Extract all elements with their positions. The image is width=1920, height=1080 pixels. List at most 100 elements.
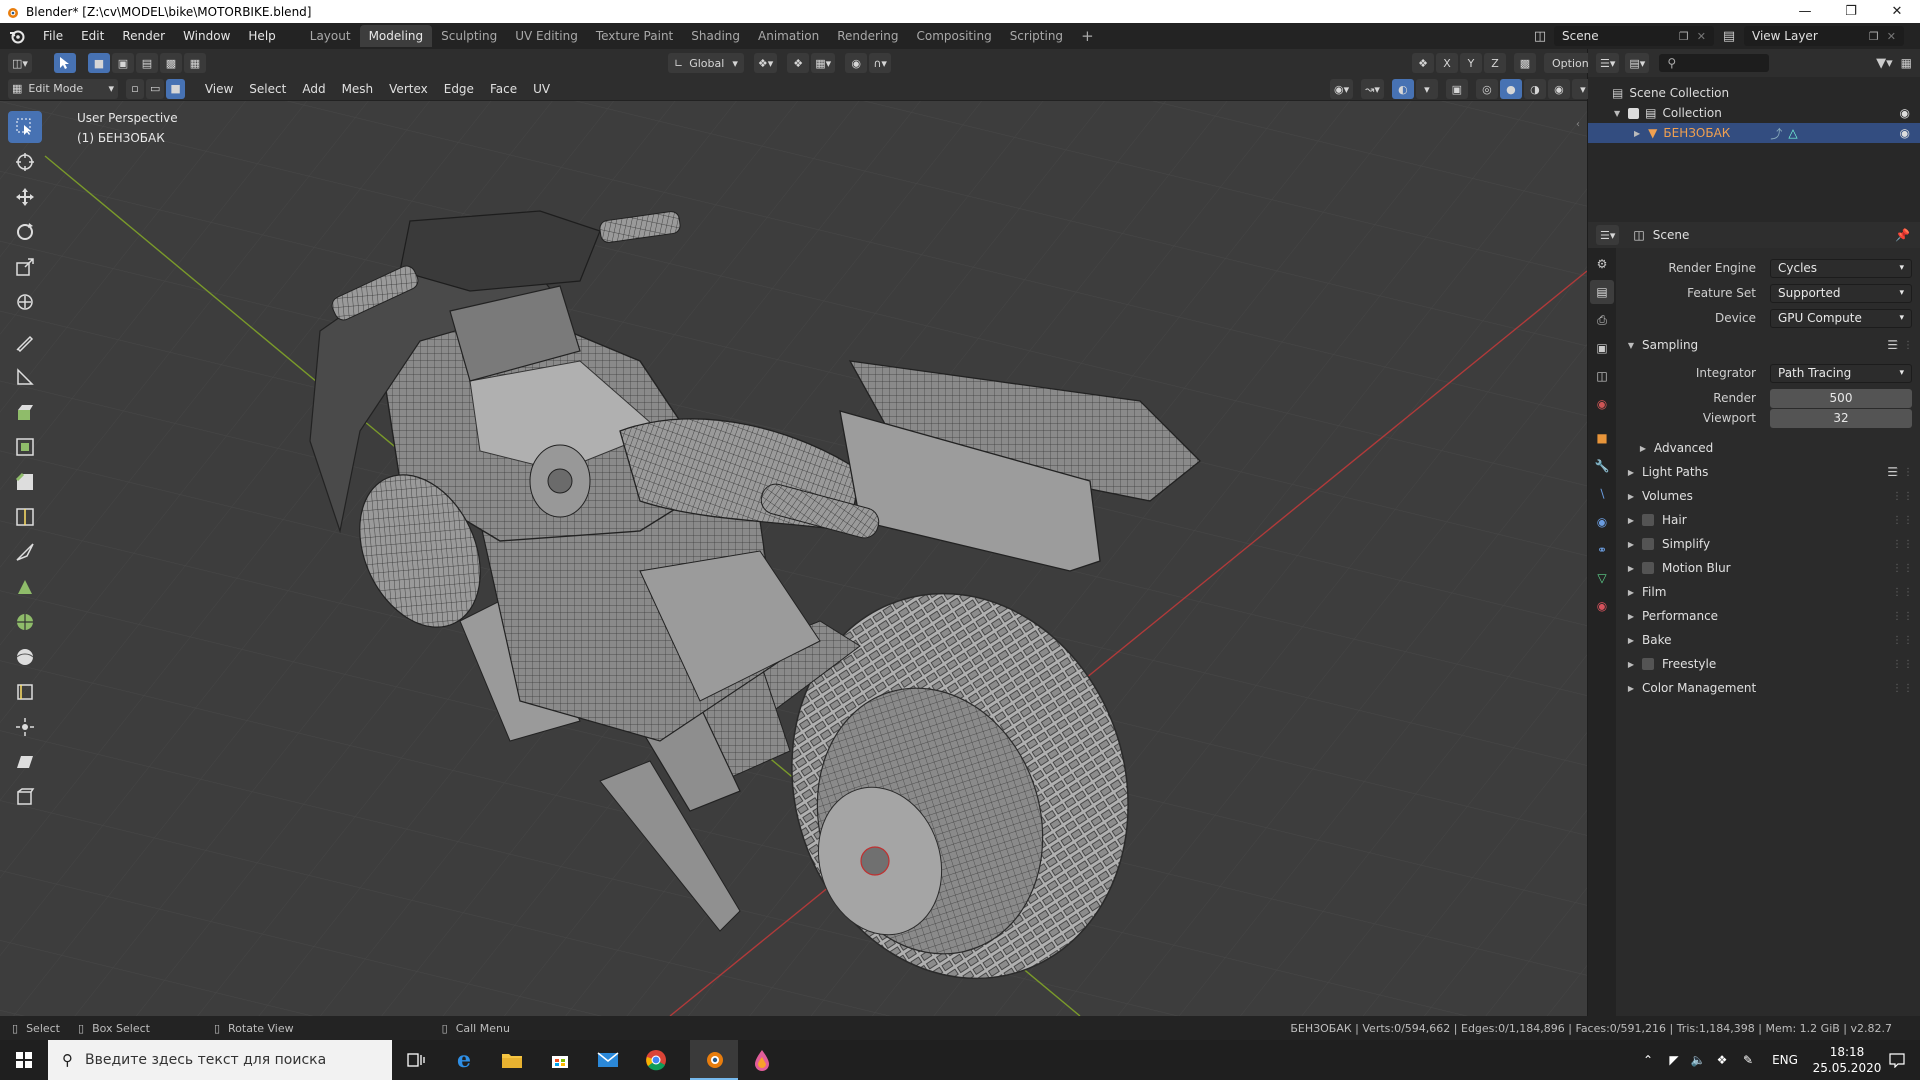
close-icon[interactable]: ✕ (1697, 30, 1706, 43)
tab-sculpting[interactable]: Sculpting (432, 25, 506, 47)
task-view-icon[interactable] (392, 1040, 440, 1080)
spin-tool[interactable] (8, 606, 42, 638)
rip-region-tool[interactable] (8, 781, 42, 813)
minimize-button[interactable]: — (1782, 0, 1828, 23)
file-explorer-icon[interactable] (488, 1040, 536, 1080)
outliner-search-input[interactable]: ⚲ (1659, 54, 1770, 72)
panel-enable-checkbox[interactable] (1642, 658, 1654, 670)
shear-tool[interactable] (8, 746, 42, 778)
snap-toggle-icon[interactable]: ❖ (787, 53, 810, 73)
vertex-select-mode-icon[interactable]: ▫ (126, 78, 144, 99)
axis-x-toggle[interactable]: X (1436, 53, 1458, 73)
smooth-tool[interactable] (8, 641, 42, 673)
drag-grip-icon[interactable]: ⋮⋮ (1892, 467, 1914, 478)
volume-icon[interactable]: 🔈 (1686, 1040, 1710, 1080)
notifications-icon[interactable] (1874, 1040, 1920, 1080)
inset-faces-tool[interactable] (8, 431, 42, 463)
visibility-icon[interactable]: ◉▾ (1330, 79, 1354, 99)
advanced-subpanel-header[interactable]: ▶ Advanced (1630, 437, 1920, 459)
eye-icon[interactable]: ◉ (1900, 126, 1910, 140)
new-collection-icon[interactable]: ▦ (1901, 56, 1912, 70)
panel-light-paths[interactable]: ▶ Light Paths ☰ ⋮⋮ (1618, 461, 1920, 483)
close-window-button[interactable]: ✕ (1874, 0, 1920, 23)
mesh-data-icon[interactable]: △ (1788, 126, 1797, 140)
dropbox-icon[interactable]: ❖ (1710, 1040, 1734, 1080)
move-tool[interactable] (8, 181, 42, 213)
drag-grip-icon[interactable]: ⋮⋮ (1892, 515, 1914, 526)
menu-add[interactable]: Add (294, 82, 333, 96)
mail-icon[interactable] (584, 1040, 632, 1080)
snap-target-icon[interactable]: ▦▾ (811, 53, 836, 73)
scene-icon[interactable]: ◫ (1526, 29, 1554, 44)
integrator-dropdown[interactable]: Path Tracing ▾ (1770, 363, 1912, 383)
constraints-tab-icon[interactable]: ⚭ (1590, 538, 1614, 562)
menu-file[interactable]: File (34, 23, 72, 49)
tab-uv-editing[interactable]: UV Editing (506, 25, 587, 47)
collection-checkbox[interactable] (1628, 107, 1640, 119)
object-tab-icon[interactable]: ■ (1590, 426, 1614, 450)
blender-taskbar-icon[interactable] (690, 1040, 738, 1080)
panel-volumes[interactable]: ▶ Volumes ⋮⋮ (1618, 485, 1920, 507)
editor-type-icon[interactable]: ☰▾ (1596, 225, 1620, 245)
gizmo-icon[interactable]: ↝▾ (1361, 79, 1384, 99)
material-tab-icon[interactable]: ◉ (1590, 594, 1614, 618)
pen-icon[interactable]: ✎ (1736, 1040, 1760, 1080)
auto-merge-icon[interactable]: ▩ (1514, 53, 1536, 73)
measure-tool[interactable] (8, 361, 42, 393)
tray-overflow-icon[interactable]: ⌃ (1636, 1040, 1660, 1080)
drag-grip-icon[interactable]: ⋮⋮ (1892, 683, 1914, 694)
axis-z-toggle[interactable]: Z (1484, 53, 1506, 73)
rendered-shading-icon[interactable]: ◉ (1547, 79, 1570, 99)
scene-selector[interactable]: Scene ❐ ✕ (1554, 26, 1714, 46)
drag-grip-icon[interactable]: ⋮⋮ (1892, 491, 1914, 502)
bevel-tool[interactable] (8, 466, 42, 498)
panel-enable-checkbox[interactable] (1642, 514, 1654, 526)
material-shading-icon[interactable]: ◑ (1523, 79, 1546, 99)
xray-icon[interactable]: ▣ (1445, 79, 1468, 99)
loop-cut-tool[interactable] (8, 501, 42, 533)
close-icon[interactable]: ✕ (1887, 30, 1896, 43)
menu-edge[interactable]: Edge (436, 82, 482, 96)
eye-icon[interactable]: ◉ (1900, 106, 1910, 120)
select-invert-icon[interactable]: ▩ (159, 53, 182, 73)
scale-tool[interactable] (8, 251, 42, 283)
view-layer-selector[interactable]: View Layer ❐ ✕ (1744, 26, 1904, 46)
filter-icon[interactable]: ▼▾ (1876, 56, 1893, 71)
poly-build-tool[interactable] (8, 571, 42, 603)
outliner-object-row[interactable]: ▶ ▼ БЕНЗОБАК ⤴ △ ◉ (1588, 123, 1920, 143)
add-workspace-button[interactable]: + (1072, 25, 1103, 47)
select-subtract-icon[interactable]: ▤ (135, 53, 158, 73)
outliner-collection[interactable]: ▼ ▤ Collection ◉ (1588, 103, 1920, 123)
mirror-icon[interactable]: ❖ (1412, 53, 1434, 73)
taskbar-search-input[interactable]: ⚲ Введите здесь текст для поиска (48, 1040, 392, 1080)
panel-freestyle[interactable]: ▶ Freestyle ⋮⋮ (1618, 653, 1920, 675)
render-engine-dropdown[interactable]: Cycles ▾ (1770, 258, 1912, 278)
panel-simplify[interactable]: ▶ Simplify ⋮⋮ (1618, 533, 1920, 555)
drag-grip-icon[interactable]: ⋮⋮ (1892, 587, 1914, 598)
drag-grip-icon[interactable]: ⋮⋮ (1892, 659, 1914, 670)
tab-texture-paint[interactable]: Texture Paint (587, 25, 682, 47)
windows-start-icon[interactable] (0, 1040, 48, 1080)
viewport-samples-field[interactable]: 32 (1770, 408, 1912, 428)
sampling-panel-header[interactable]: ▼ Sampling ☰ ⋮⋮ (1618, 334, 1920, 356)
drag-grip-icon[interactable]: ⋮⋮ (1892, 611, 1914, 622)
extrude-region-tool[interactable] (8, 396, 42, 428)
pin-icon[interactable]: 📌 (1895, 228, 1910, 242)
knife-tool[interactable] (8, 536, 42, 568)
overlays-dropdown-icon[interactable]: ▾ (1415, 79, 1438, 99)
edge-browser-icon[interactable]: e (440, 1040, 488, 1080)
panel-performance[interactable]: ▶ Performance ⋮⋮ (1618, 605, 1920, 627)
maximize-button[interactable]: ❐ (1828, 0, 1874, 23)
device-dropdown[interactable]: GPU Compute ▾ (1770, 308, 1912, 328)
tab-animation[interactable]: Animation (749, 25, 828, 47)
sidebar-toggle-icon[interactable]: ‹ (1576, 119, 1580, 130)
annotate-tool[interactable] (8, 326, 42, 358)
select-intersect-icon[interactable]: ▦ (183, 53, 206, 73)
editor-type-icon[interactable]: ☰▾ (1596, 53, 1620, 73)
render-samples-field[interactable]: 500 (1770, 388, 1912, 408)
panel-color-management[interactable]: ▶ Color Management ⋮⋮ (1618, 677, 1920, 699)
pivot-point-icon[interactable]: ❖▾ (753, 53, 778, 73)
proportional-edit-icon[interactable]: ◉ (845, 53, 868, 73)
modifier-tab-icon[interactable]: 🔧 (1590, 454, 1614, 478)
tab-rendering[interactable]: Rendering (828, 25, 907, 47)
